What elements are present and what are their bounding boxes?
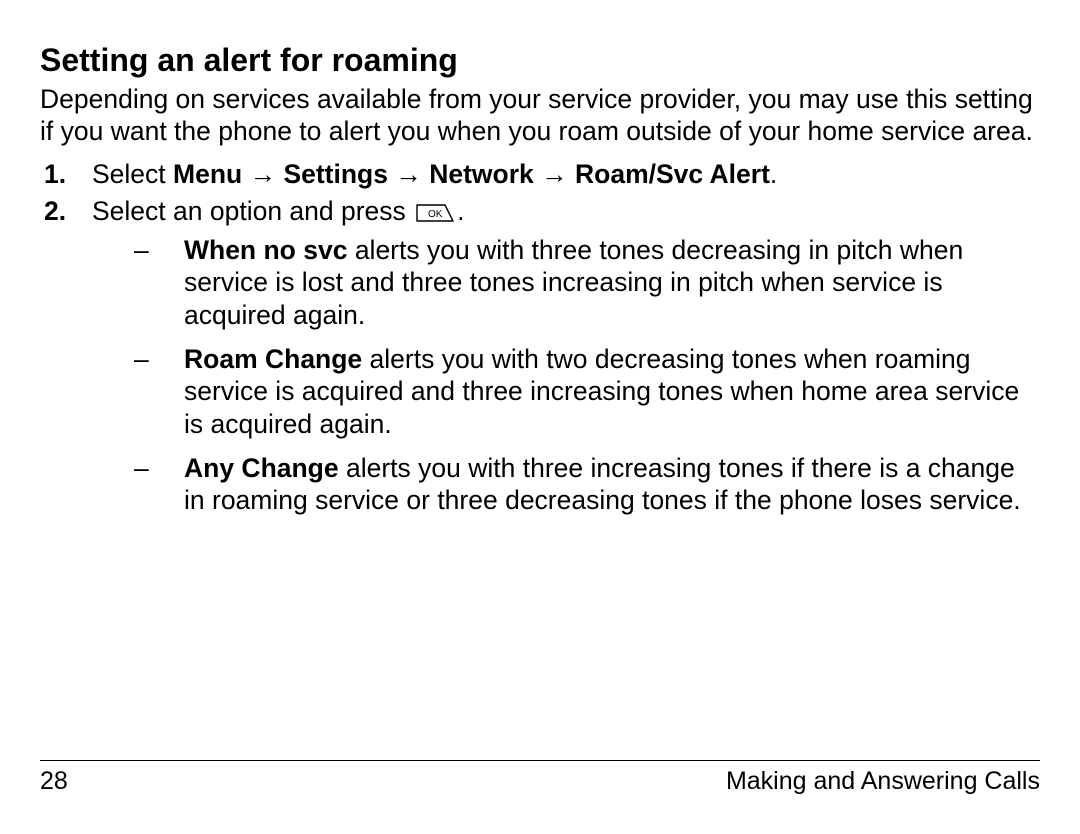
menu-label: Menu <box>173 159 242 189</box>
page-footer: 28 Making and Answering Calls <box>40 760 1040 796</box>
option-label: When no svc <box>184 235 347 265</box>
option-label: Roam Change <box>184 344 362 374</box>
options-sublist: When no svc alerts you with three tones … <box>92 234 1040 517</box>
step2-suffix: . <box>457 196 464 226</box>
ok-key-icon: OK <box>415 203 455 223</box>
period: . <box>770 159 777 189</box>
step-1: Select Menu → Settings → Network → Roam/… <box>40 158 1040 191</box>
step1-prefix: Select <box>92 159 173 189</box>
steps-list: Select Menu → Settings → Network → Roam/… <box>40 158 1040 517</box>
roam-label: Roam/Svc Alert <box>575 159 770 189</box>
arrow-icon: → <box>534 159 575 189</box>
arrow-icon: → <box>242 159 283 189</box>
ok-text: OK <box>428 209 443 220</box>
intro-paragraph: Depending on services available from you… <box>40 83 1040 148</box>
manual-page: Setting an alert for roaming Depending o… <box>0 0 1080 834</box>
chapter-title: Making and Answering Calls <box>726 767 1040 796</box>
section-heading: Setting an alert for roaming <box>40 42 1040 79</box>
option-label: Any Change <box>184 453 339 483</box>
step-2: Select an option and press OK . When no … <box>40 195 1040 517</box>
option-any-change: Any Change alerts you with three increas… <box>134 452 1040 517</box>
arrow-icon: → <box>388 159 429 189</box>
network-label: Network <box>429 159 534 189</box>
option-when-no-svc: When no svc alerts you with three tones … <box>134 234 1040 331</box>
step2-prefix: Select an option and press <box>92 196 413 226</box>
page-number: 28 <box>40 767 68 796</box>
option-roam-change: Roam Change alerts you with two decreasi… <box>134 343 1040 440</box>
settings-label: Settings <box>283 159 388 189</box>
